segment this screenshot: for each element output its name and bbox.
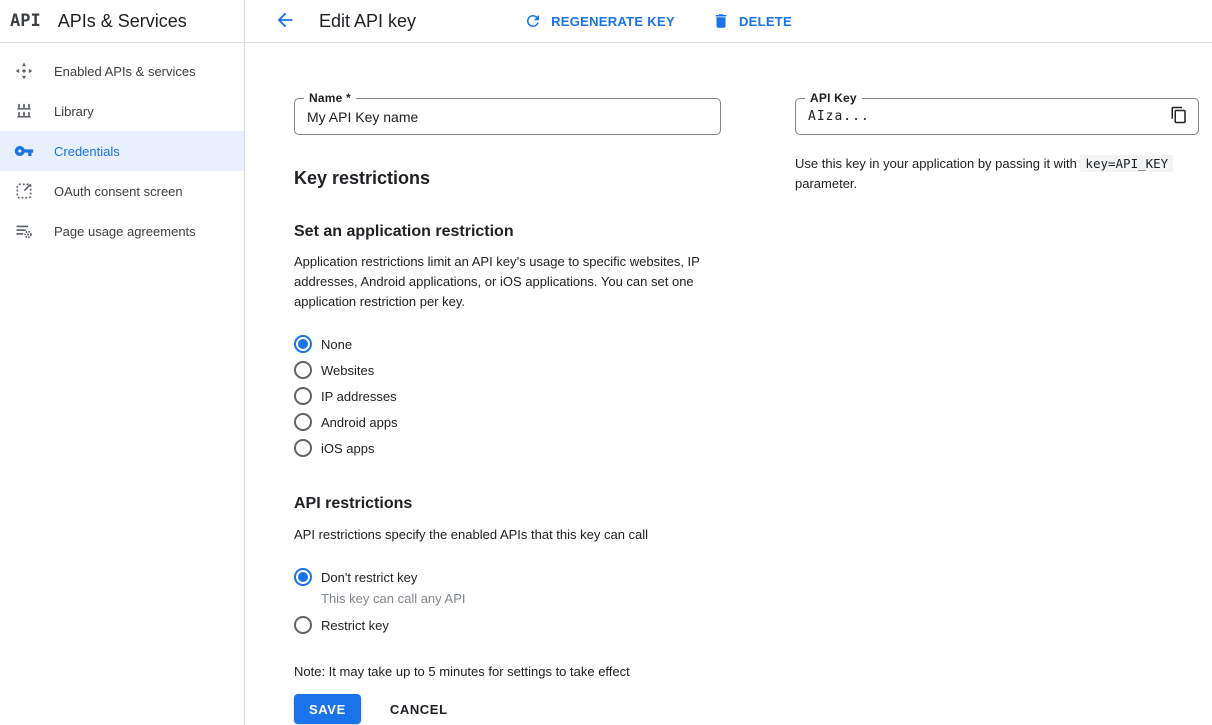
- name-field: Name *: [294, 98, 721, 135]
- name-field-label: Name *: [304, 91, 356, 105]
- radio-icon: [294, 568, 312, 586]
- sidebar: API APIs & Services Enabled APIs & servi…: [0, 0, 245, 725]
- regenerate-key-button[interactable]: REGENERATE KEY: [524, 12, 675, 30]
- radio-icon: [294, 439, 312, 457]
- radio-label: IP addresses: [321, 389, 397, 404]
- hint-prefix: Use this key in your application by pass…: [795, 156, 1080, 171]
- radio-option-android-apps[interactable]: Android apps: [294, 409, 721, 435]
- settings-note: Note: It may take up to 5 minutes for se…: [294, 664, 721, 679]
- api-key-field-label: API Key: [805, 91, 862, 105]
- radio-icon: [294, 413, 312, 431]
- delete-label: DELETE: [739, 14, 792, 29]
- back-button[interactable]: [272, 8, 298, 34]
- sidebar-item-label: Enabled APIs & services: [54, 64, 196, 79]
- radio-option-websites[interactable]: Websites: [294, 357, 721, 383]
- radio-label: Android apps: [321, 415, 398, 430]
- dont-restrict-key-helper: This key can call any API: [321, 590, 721, 608]
- arrow-back-icon: [274, 9, 296, 34]
- page-usage-icon: [14, 221, 34, 241]
- library-icon: [14, 101, 34, 121]
- page-title: Edit API key: [319, 11, 416, 32]
- radio-label: iOS apps: [321, 441, 374, 456]
- radio-icon: [294, 335, 312, 353]
- api-key-field: API Key: [795, 98, 1199, 135]
- radio-option-ip-addresses[interactable]: IP addresses: [294, 383, 721, 409]
- sidebar-title: APIs & Services: [58, 11, 187, 32]
- api-logo: API: [10, 11, 41, 31]
- sidebar-item-label: Credentials: [54, 144, 120, 159]
- api-restrictions-radio-group: Don't restrict key This key can call any…: [294, 564, 721, 638]
- application-restriction-radio-group: None Websites IP addresses Android apps: [294, 331, 721, 461]
- radio-option-restrict-key[interactable]: Restrict key: [294, 612, 721, 638]
- refresh-icon: [524, 12, 542, 30]
- sidebar-item-credentials[interactable]: Credentials: [0, 131, 244, 171]
- hint-suffix: parameter.: [795, 176, 857, 191]
- topbar: Edit API key REGENERATE KEY DELETE: [245, 0, 1212, 43]
- save-button[interactable]: SAVE: [294, 694, 361, 724]
- key-restrictions-heading: Key restrictions: [294, 168, 721, 189]
- copy-api-key-button[interactable]: [1160, 99, 1198, 134]
- app-window: API APIs & Services Enabled APIs & servi…: [0, 0, 1212, 725]
- api-key-usage-hint: Use this key in your application by pass…: [795, 154, 1199, 194]
- sidebar-nav: Enabled APIs & services Library: [0, 43, 244, 251]
- regenerate-key-label: REGENERATE KEY: [551, 14, 675, 29]
- radio-label: Restrict key: [321, 618, 389, 633]
- api-key-code-chip: key=API_KEY: [1080, 155, 1173, 172]
- radio-icon: [294, 616, 312, 634]
- api-restrictions-description: API restrictions specify the enabled API…: [294, 525, 721, 545]
- compass-arrows-icon: [14, 61, 34, 81]
- sidebar-item-label: Page usage agreements: [54, 224, 196, 239]
- sidebar-item-label: Library: [54, 104, 94, 119]
- name-input[interactable]: [295, 109, 720, 125]
- content: Name * Key restrictions Set an applicati…: [245, 43, 1212, 724]
- content-copy-icon: [1170, 106, 1188, 127]
- cancel-button[interactable]: CANCEL: [390, 702, 448, 717]
- trash-icon: [712, 12, 730, 30]
- sidebar-header: API APIs & Services: [0, 0, 244, 43]
- radio-icon: [294, 361, 312, 379]
- sidebar-item-label: OAuth consent screen: [54, 184, 183, 199]
- sidebar-item-page-usage[interactable]: Page usage agreements: [0, 211, 244, 251]
- api-restrictions-heading: API restrictions: [294, 495, 721, 513]
- delete-button[interactable]: DELETE: [712, 12, 792, 30]
- main-area: Edit API key REGENERATE KEY DELETE: [245, 0, 1212, 725]
- radio-label: Websites: [321, 363, 374, 378]
- radio-label: None: [321, 337, 352, 352]
- api-key-input[interactable]: [796, 109, 1160, 124]
- sidebar-item-library[interactable]: Library: [0, 91, 244, 131]
- right-column: API Key Use this key in your application…: [795, 98, 1199, 724]
- radio-icon: [294, 387, 312, 405]
- application-restriction-heading: Set an application restriction: [294, 223, 721, 241]
- sidebar-item-enabled-apis[interactable]: Enabled APIs & services: [0, 51, 244, 91]
- radio-option-ios-apps[interactable]: iOS apps: [294, 435, 721, 461]
- radio-option-dont-restrict-key[interactable]: Don't restrict key: [294, 564, 721, 590]
- oauth-consent-icon: [14, 181, 34, 201]
- application-restriction-description: Application restrictions limit an API ke…: [294, 252, 721, 312]
- left-column: Name * Key restrictions Set an applicati…: [294, 98, 721, 724]
- action-buttons: SAVE CANCEL: [294, 694, 721, 724]
- key-icon: [14, 141, 34, 161]
- radio-option-none[interactable]: None: [294, 331, 721, 357]
- sidebar-item-oauth-consent[interactable]: OAuth consent screen: [0, 171, 244, 211]
- radio-label: Don't restrict key: [321, 570, 417, 585]
